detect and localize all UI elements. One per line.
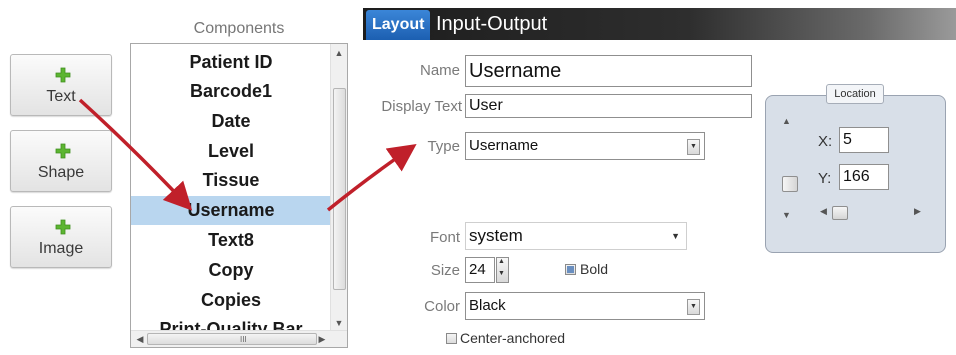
annotation-arrow bbox=[78, 98, 193, 211]
annotation-arrows bbox=[78, 98, 417, 212]
annotation-arrow bbox=[326, 143, 417, 212]
